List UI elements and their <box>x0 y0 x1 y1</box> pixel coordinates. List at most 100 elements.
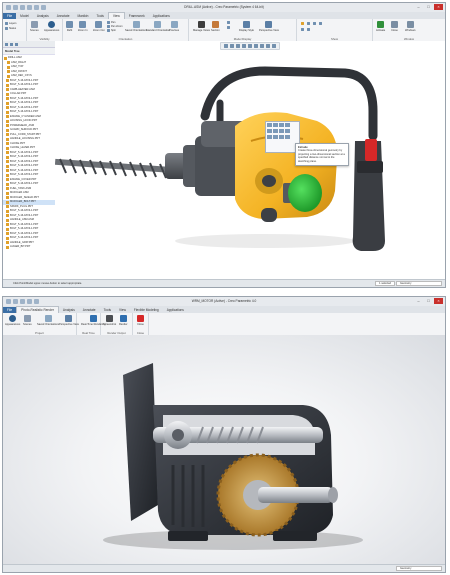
tree-item[interactable]: AUGER_BIT.PRT <box>3 245 55 250</box>
close-button[interactable]: Close <box>391 21 398 32</box>
previous-button[interactable]: Previous <box>169 21 179 32</box>
perspective-view-button[interactable]: Perspective View <box>259 21 279 32</box>
model-tree-header[interactable]: Model Tree <box>3 48 55 55</box>
extrude-tooltip: Extrude Create three-dimensional geometr… <box>295 143 349 167</box>
part-icon <box>6 151 9 155</box>
close-icon[interactable]: × <box>434 4 443 10</box>
scenes-button[interactable]: Scenes <box>23 315 32 326</box>
show-toggle-4[interactable] <box>319 22 322 25</box>
activate-button[interactable]: Activate <box>376 21 385 32</box>
zoom-in-button[interactable]: Zoom In <box>78 21 88 32</box>
zoom-out-button[interactable]: Zoom Out <box>93 21 105 32</box>
minimize-icon[interactable]: – <box>414 298 423 304</box>
pan-zoom-icon <box>107 25 110 28</box>
render-button[interactable]: Render <box>119 315 128 326</box>
ribbon-group-project: Appearances Scenes Saved Orientations Pe… <box>3 313 79 335</box>
part-icon <box>6 182 9 186</box>
round-icon[interactable] <box>279 123 284 127</box>
extrude-icon[interactable] <box>267 123 272 127</box>
graphics-area-drill[interactable]: Extrude Create three-dimensional geometr… <box>55 41 445 280</box>
display-style-button[interactable]: Display Style <box>239 21 254 32</box>
selected-fuel-cap[interactable] <box>288 174 322 212</box>
saved-orientations-icon <box>44 315 52 322</box>
part-icon <box>6 160 9 164</box>
model-tree-panel: Model Tree DRILL.ASM ASM_RIGHT ASM_TOP ASM_… <box>3 41 56 280</box>
tree-item-label: AUGER_BIT.PRT <box>10 245 31 248</box>
ribbon-group-show: Show <box>297 19 373 41</box>
manage-views-button[interactable]: Manage Views <box>193 21 210 32</box>
csys-icon <box>319 22 322 25</box>
selection-filter[interactable]: Geometry <box>396 281 442 286</box>
revolve-icon[interactable] <box>267 135 272 139</box>
graphics-area-render[interactable] <box>3 335 445 565</box>
maximize-icon[interactable]: □ <box>424 298 433 304</box>
part-icon <box>6 232 9 236</box>
layers-button[interactable]: Layers <box>5 22 17 25</box>
window-controls: – □ × <box>414 298 443 304</box>
show-toggle-3[interactable] <box>313 22 316 25</box>
drill-model-render[interactable] <box>55 41 445 280</box>
recoil-center <box>262 175 276 187</box>
status-button[interactable]: Status <box>5 27 16 30</box>
show-toggle-2[interactable] <box>307 22 310 25</box>
tree-columns-icon[interactable] <box>15 42 18 46</box>
standard-orientation-button[interactable]: Standard Orientation <box>146 21 170 32</box>
screenshot-button[interactable]: Screenshot <box>103 315 116 326</box>
windows-button[interactable]: Windows <box>405 21 416 32</box>
part-icon <box>6 205 9 209</box>
ribbon-group-visibility: Scenes Appearances Visibility <box>27 19 63 41</box>
part-icon <box>6 236 9 240</box>
show-toggle-6[interactable] <box>307 28 310 31</box>
sketch-icon[interactable] <box>267 129 272 133</box>
part-icon <box>6 223 9 227</box>
part-icon <box>6 164 9 168</box>
saved-orientations-button[interactable]: Saved Orientations <box>37 315 59 326</box>
window-controls: – □ × <box>414 4 443 10</box>
tab-view[interactable]: View <box>107 12 125 19</box>
close-render-button[interactable]: Close <box>137 315 144 326</box>
pan-button[interactable]: Pan <box>107 21 115 24</box>
tree-settings-icon[interactable] <box>5 42 8 46</box>
mirror-icon[interactable] <box>285 135 290 139</box>
saved-orientations-button[interactable]: Saved Orientations <box>125 21 147 32</box>
appearances-button[interactable]: Appearances <box>5 315 20 326</box>
pan-zoom-button[interactable]: Pan Zoom <box>107 25 123 28</box>
section-button[interactable]: Section <box>211 21 220 32</box>
ribbon: Appearances Scenes Saved Orientations Pe… <box>3 313 445 336</box>
output-shaft <box>258 487 333 503</box>
mount-foot-left <box>168 531 208 541</box>
spin-button[interactable]: Spin <box>107 29 116 32</box>
perspective-view-icon <box>265 21 273 28</box>
pattern-icon[interactable] <box>285 123 290 127</box>
minimize-icon[interactable]: – <box>414 4 423 10</box>
close-icon[interactable]: × <box>434 298 443 304</box>
point-icon[interactable] <box>285 129 290 133</box>
selection-count[interactable]: 1 selected <box>375 281 395 286</box>
maximize-icon[interactable]: □ <box>424 4 433 10</box>
scenes-icon <box>23 315 31 322</box>
show-toggle-5[interactable] <box>301 28 304 31</box>
show-toggle-1[interactable] <box>301 22 304 25</box>
display-misc-1[interactable] <box>227 21 230 24</box>
scenes-button[interactable]: Scenes <box>30 21 39 32</box>
draft-icon[interactable] <box>279 135 284 139</box>
plane-icon[interactable] <box>273 129 278 133</box>
windows-icon <box>406 21 414 28</box>
part-icon <box>6 119 9 123</box>
display-misc-2[interactable] <box>227 26 230 29</box>
worm-gearbox-render[interactable] <box>3 335 445 565</box>
selection-filter[interactable]: Geometry <box>396 566 442 571</box>
axis-icon[interactable] <box>279 129 284 133</box>
part-icon <box>6 83 9 87</box>
hole-icon[interactable] <box>273 123 278 127</box>
part-icon <box>6 178 9 182</box>
part-icon <box>6 142 9 146</box>
shell-icon[interactable] <box>273 135 278 139</box>
tab-photo-realistic-render[interactable]: Photo-Realistic Render <box>16 306 59 313</box>
ribbon-group-model-display: Manage Views Section Display Style Persp… <box>189 19 297 41</box>
tree-filter-icon[interactable] <box>10 42 13 46</box>
perspective-view-button[interactable]: Perspective View <box>59 315 79 326</box>
manage-views-icon <box>197 21 205 28</box>
refit-button[interactable]: Refit <box>66 21 73 32</box>
appearances-button[interactable]: Appearances <box>44 21 59 32</box>
